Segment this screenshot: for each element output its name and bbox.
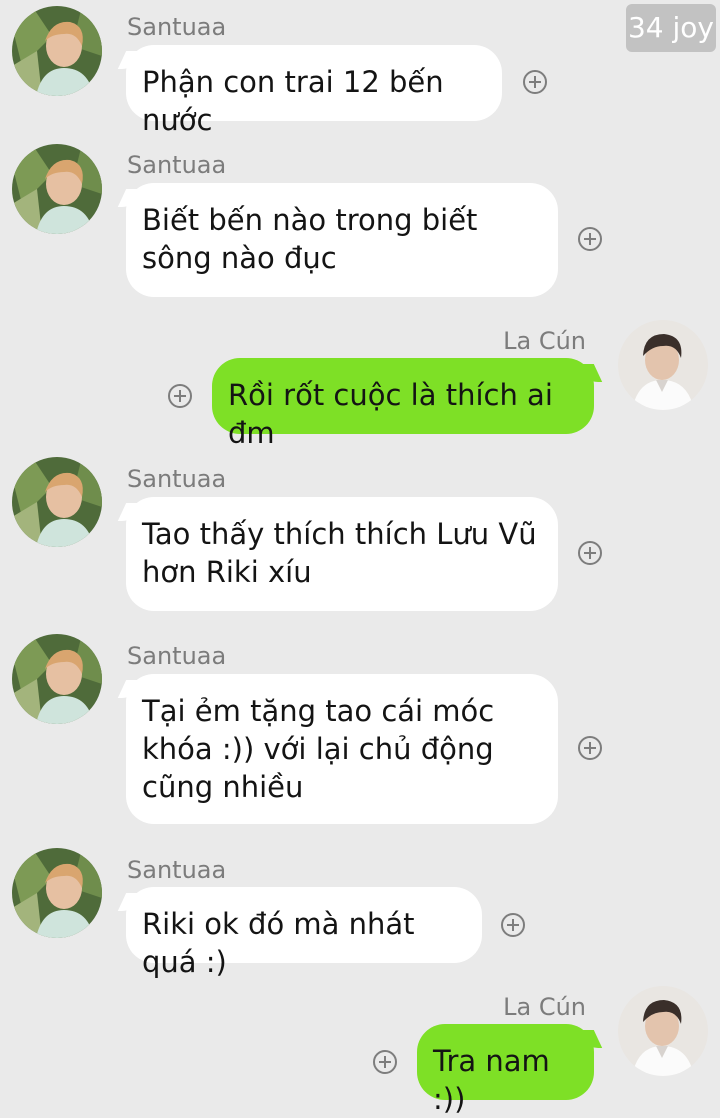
message-bubble[interactable]: Riki ok đó mà nhát quá :) [126,887,482,979]
sender-name: La Cún [503,993,586,1021]
message-text: Biết bến nào trong biết sông nào đục [142,203,478,275]
plus-circle-icon[interactable] [501,913,525,937]
plus-circle-icon[interactable] [523,70,547,94]
sender-name: Santuaa [127,465,227,493]
sender-name: Santuaa [127,13,227,41]
message-text: Tra nam :)) [433,1044,550,1116]
plus-circle-icon[interactable] [578,736,602,760]
message-bubble[interactable]: Tao thấy thích thích Lưu Vũ hơn Riki xíu [126,497,558,611]
sender-name: Santuaa [127,642,227,670]
message-bubble[interactable]: Tại ẻm tặng tao cái móc khóa :)) với lại… [126,674,558,824]
message-bubble[interactable]: Biết bến nào trong biết sông nào đục [126,183,558,297]
message-text: Rồi rốt cuộc là thích ai đm [228,378,553,450]
avatar-santuaa-icon[interactable] [12,6,102,96]
message-text: Tại ẻm tặng tao cái móc khóa :)) với lại… [142,694,495,804]
message-text: Phận con trai 12 bến nước [142,65,444,137]
watermark: 34 joy [626,4,716,52]
sender-name: Santuaa [127,856,227,884]
plus-circle-icon[interactable] [373,1050,397,1074]
avatar-la-cun-icon[interactable] [618,320,708,410]
avatar-santuaa-icon[interactable] [12,457,102,547]
message-bubble[interactable]: Rồi rốt cuộc là thích ai đm [212,358,594,450]
message-text: Riki ok đó mà nhát quá :) [142,907,415,979]
avatar-santuaa-icon[interactable] [12,634,102,724]
plus-circle-icon[interactable] [578,227,602,251]
avatar-la-cun-icon[interactable] [618,986,708,1076]
sender-name: Santuaa [127,151,227,179]
message-bubble[interactable]: Phận con trai 12 bến nước [126,45,502,137]
avatar-santuaa-icon[interactable] [12,144,102,234]
message-bubble[interactable]: Tra nam :)) [417,1024,594,1116]
plus-circle-icon[interactable] [578,541,602,565]
sender-name: La Cún [503,327,586,355]
message-text: Tao thấy thích thích Lưu Vũ hơn Riki xíu [142,517,537,589]
avatar-santuaa-icon[interactable] [12,848,102,938]
plus-circle-icon[interactable] [168,384,192,408]
